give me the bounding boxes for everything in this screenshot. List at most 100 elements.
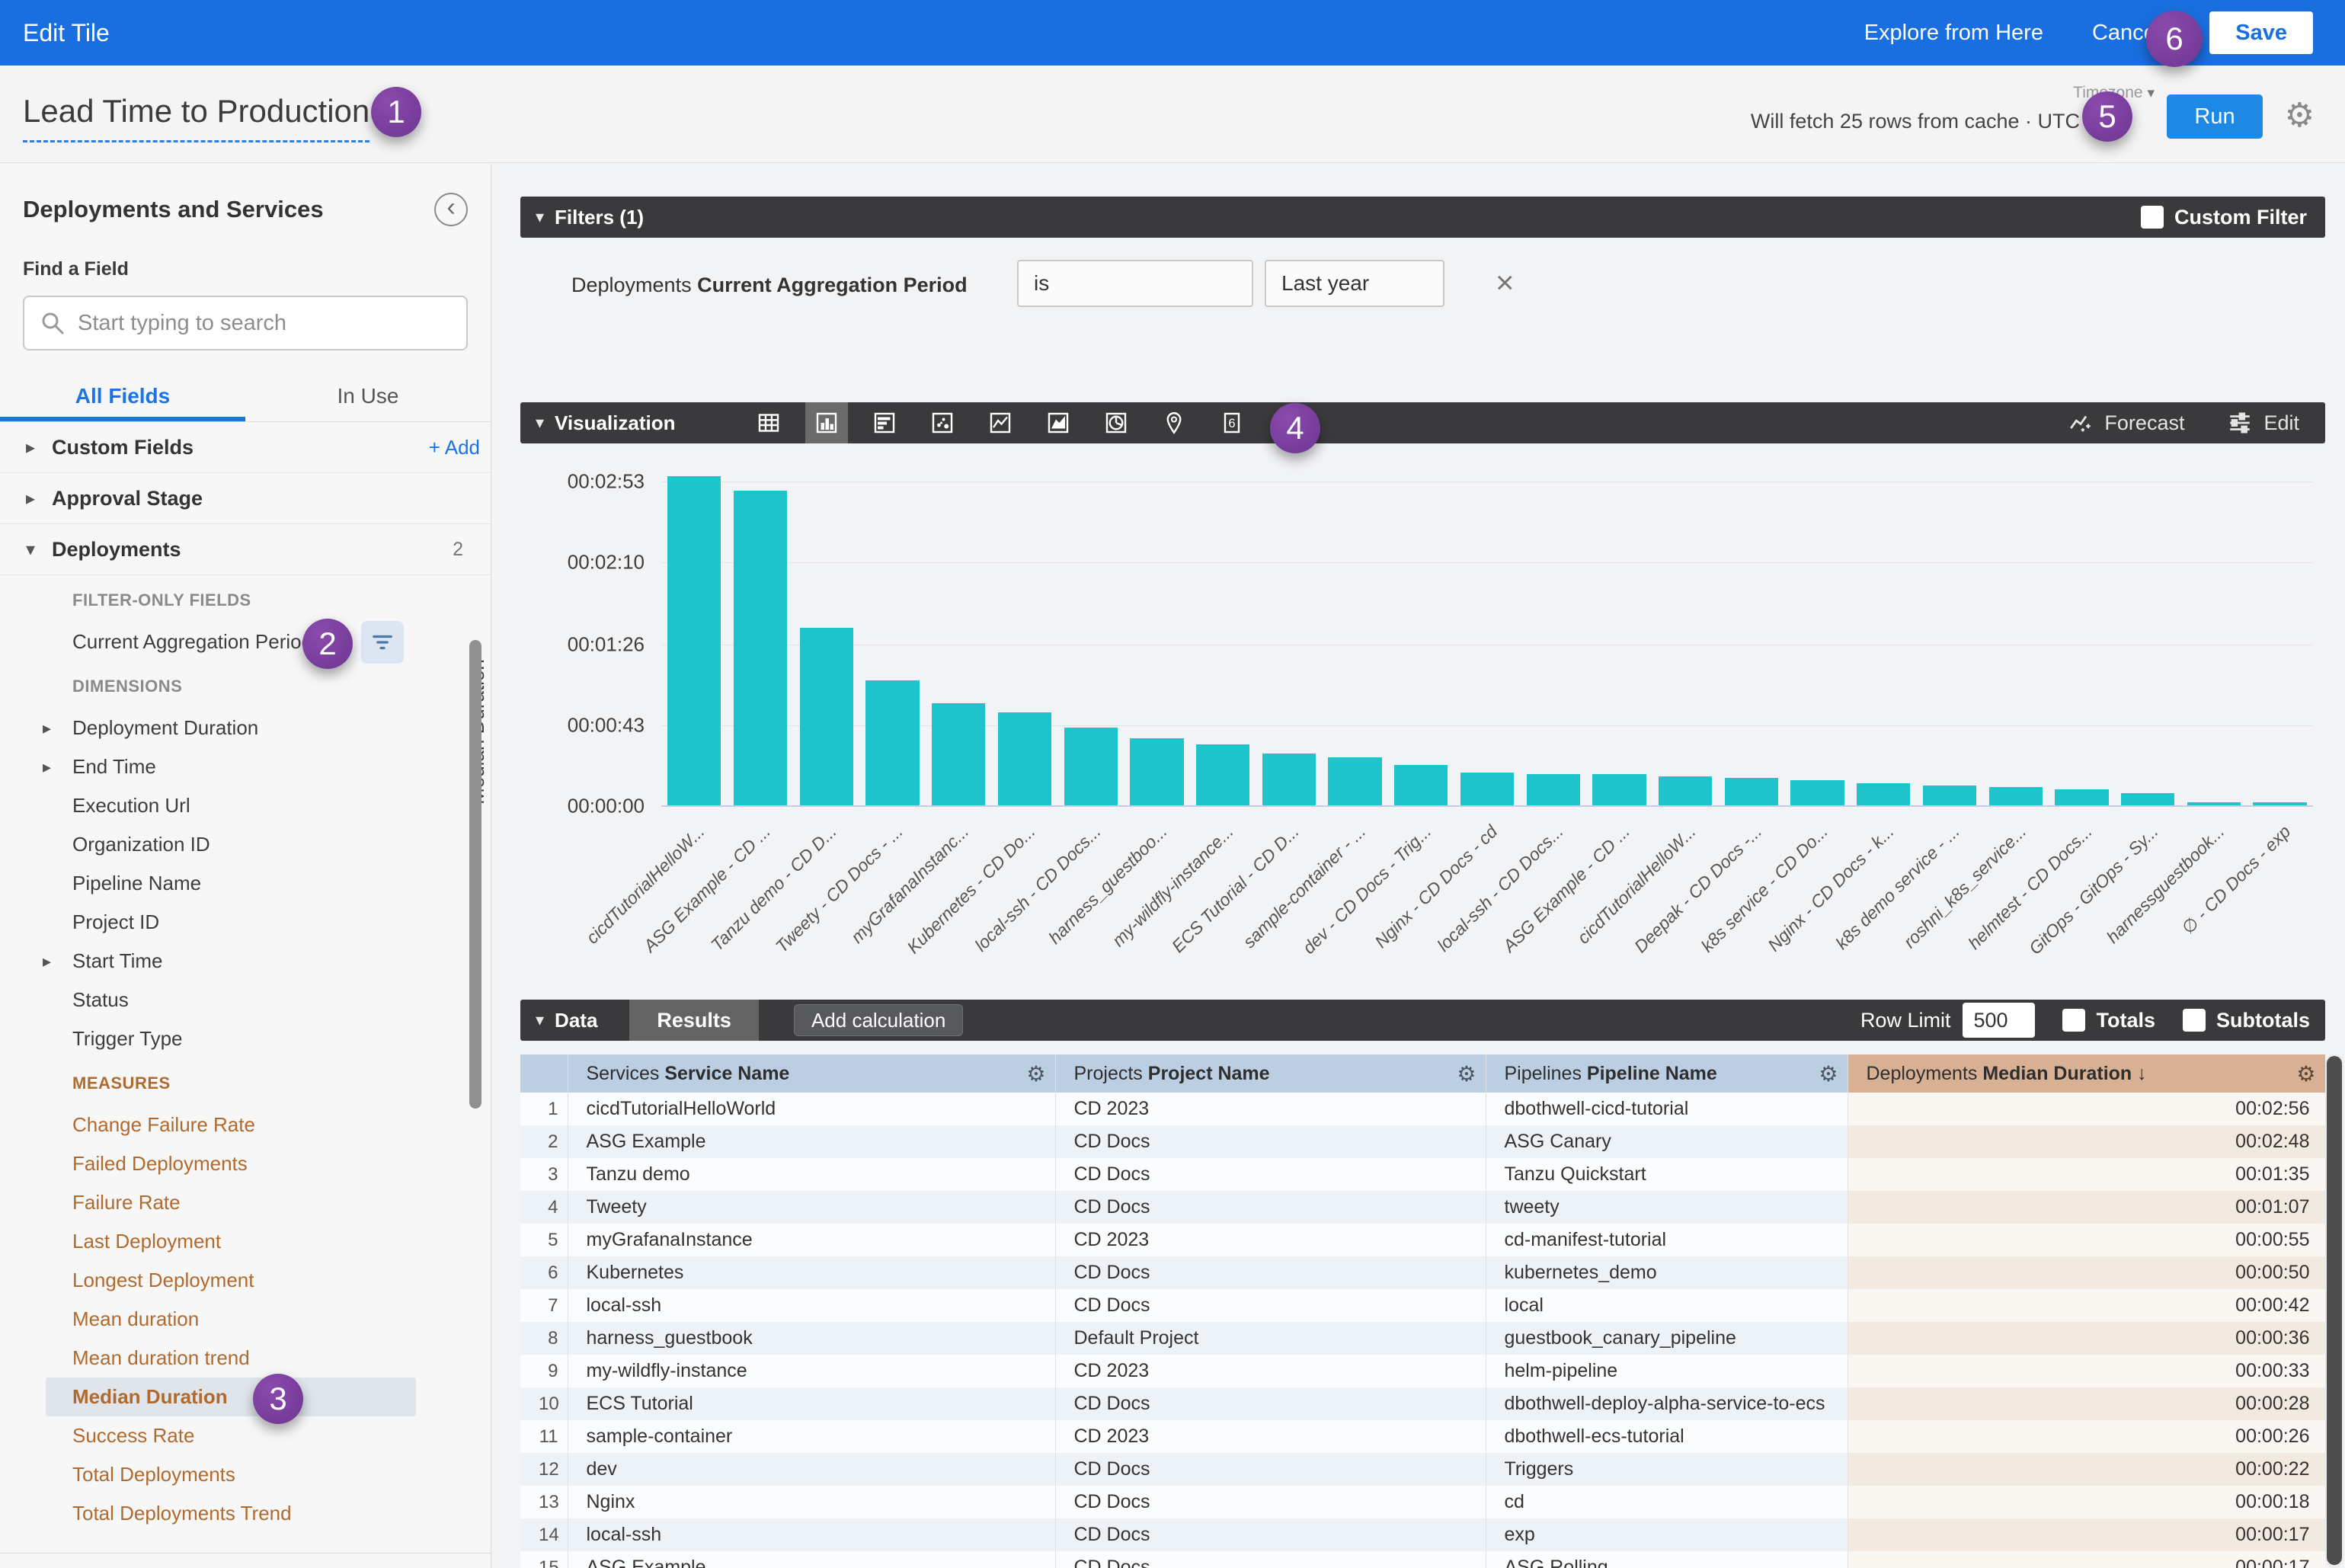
cell-project-name[interactable]: Default Project (1055, 1322, 1486, 1355)
collapse-sidebar-button[interactable]: ‹ (434, 193, 468, 226)
cell-median-duration[interactable]: 00:01:35 (1848, 1158, 2325, 1191)
cell-project-name[interactable]: CD Docs (1055, 1387, 1486, 1420)
table-icon[interactable] (747, 402, 790, 443)
search-input[interactable] (78, 311, 451, 336)
line-chart-icon[interactable] (979, 402, 1022, 443)
save-button[interactable]: Save (2209, 11, 2313, 54)
cell-project-name[interactable]: CD 2023 (1055, 1420, 1486, 1453)
caret-right-icon[interactable]: ▸ (26, 437, 52, 459)
sidebar-group-approval-stage[interactable]: ▸Approval Stage (0, 473, 491, 524)
field-item-total-deployments-trend[interactable]: Total Deployments Trend (0, 1494, 491, 1533)
cell-service-name[interactable]: local-ssh (568, 1518, 1055, 1551)
field-item-mean-duration[interactable]: Mean duration (0, 1300, 491, 1339)
cell-pipeline-name[interactable]: cd (1486, 1486, 1848, 1518)
field-item-median-duration[interactable]: Median Duration (46, 1378, 416, 1416)
cell-median-duration[interactable]: 00:00:33 (1848, 1355, 2325, 1387)
cell-project-name[interactable]: CD 2023 (1055, 1093, 1486, 1125)
visualization-section-bar[interactable]: ▾ Visualization 6 Forecast Edit (520, 402, 2325, 443)
cell-median-duration[interactable]: 00:00:42 (1848, 1289, 2325, 1322)
gear-icon[interactable]: ⚙ (1026, 1061, 1045, 1086)
bar-3[interactable] (800, 628, 853, 806)
cell-pipeline-name[interactable]: tweety (1486, 1191, 1848, 1224)
edit-viz-button[interactable]: Edit (2227, 410, 2299, 436)
filters-section-bar[interactable]: ▾ Filters (1) Custom Filter (520, 197, 2325, 238)
cell-service-name[interactable]: harness_guestbook (568, 1322, 1055, 1355)
scrollbar-thumb[interactable] (2327, 1056, 2342, 1565)
bar-22[interactable] (2055, 789, 2108, 806)
field-item-organization-id[interactable]: Organization ID (0, 825, 491, 864)
bar-21[interactable] (1989, 787, 2043, 806)
cell-project-name[interactable]: CD Docs (1055, 1256, 1486, 1289)
bar-8[interactable] (1130, 738, 1183, 806)
cell-project-name[interactable]: CD Docs (1055, 1551, 1486, 1568)
table-row[interactable]: 14local-sshCD Docsexp00:00:17 (520, 1518, 2325, 1551)
gear-icon[interactable]: ⚙ (1457, 1061, 1476, 1086)
cell-service-name[interactable]: myGrafanaInstance (568, 1224, 1055, 1256)
cell-pipeline-name[interactable]: guestbook_canary_pipeline (1486, 1322, 1848, 1355)
cell-service-name[interactable]: dev (568, 1453, 1055, 1486)
table-scrollbar[interactable] (2325, 1054, 2343, 1568)
caret-down-icon[interactable]: ▾ (26, 539, 52, 561)
cell-project-name[interactable]: CD Docs (1055, 1486, 1486, 1518)
field-item-pipeline-name[interactable]: Pipeline Name (0, 864, 491, 903)
cell-median-duration[interactable]: 00:00:17 (1848, 1518, 2325, 1551)
bar-9[interactable] (1196, 744, 1249, 806)
cell-service-name[interactable]: cicdTutorialHelloWorld (568, 1093, 1055, 1125)
field-item-last-deployment[interactable]: Last Deployment (0, 1222, 491, 1261)
bar-12[interactable] (1394, 765, 1448, 806)
field-item-project-id[interactable]: Project ID (0, 903, 491, 942)
tab-in-use[interactable]: In Use (245, 378, 491, 421)
cell-pipeline-name[interactable]: dbothwell-cicd-tutorial (1486, 1093, 1848, 1125)
sidebar-group-custom-fields[interactable]: ▸Custom Fields+ Add (0, 422, 491, 473)
cell-service-name[interactable]: sample-container (568, 1420, 1055, 1453)
cell-project-name[interactable]: CD Docs (1055, 1125, 1486, 1158)
column-header-median-duration[interactable]: Deployments Median Duration ↓⚙ (1848, 1054, 2325, 1093)
cell-median-duration[interactable]: 00:00:26 (1848, 1420, 2325, 1453)
cell-pipeline-name[interactable]: ASG Canary (1486, 1125, 1848, 1158)
map-pin-icon[interactable] (1153, 402, 1195, 443)
cell-project-name[interactable]: CD Docs (1055, 1453, 1486, 1486)
cell-service-name[interactable]: Kubernetes (568, 1256, 1055, 1289)
cell-project-name[interactable]: CD Docs (1055, 1158, 1486, 1191)
add-calculation-button[interactable]: Add calculation (794, 1004, 963, 1036)
table-row[interactable]: 4TweetyCD Docstweety00:01:07 (520, 1191, 2325, 1224)
table-row[interactable]: 12devCD DocsTriggers00:00:22 (520, 1453, 2325, 1486)
data-section-bar[interactable]: ▾ Data Results Add calculation Row Limit… (520, 1000, 2325, 1041)
gear-icon[interactable]: ⚙ (2285, 96, 2315, 135)
field-item-status[interactable]: Status (0, 981, 491, 1019)
cell-service-name[interactable]: local-ssh (568, 1289, 1055, 1322)
bar-17[interactable] (1725, 778, 1778, 806)
bar-5[interactable] (932, 703, 985, 806)
table-row[interactable]: 10ECS TutorialCD Docsdbothwell-deploy-al… (520, 1387, 2325, 1420)
filter-by-field-button[interactable] (361, 621, 404, 664)
cell-service-name[interactable]: Nginx (568, 1486, 1055, 1518)
custom-filter-checkbox[interactable] (2141, 206, 2164, 229)
bar-16[interactable] (1659, 776, 1712, 806)
field-item-change-failure-rate[interactable]: Change Failure Rate (0, 1106, 491, 1144)
cell-pipeline-name[interactable]: helm-pipeline (1486, 1355, 1848, 1387)
table-row[interactable]: 8harness_guestbookDefault Projectguestbo… (520, 1322, 2325, 1355)
pie-chart-icon[interactable] (1095, 402, 1137, 443)
cell-median-duration[interactable]: 00:00:55 (1848, 1224, 2325, 1256)
bar-11[interactable] (1328, 757, 1381, 806)
field-item-failure-rate[interactable]: Failure Rate (0, 1183, 491, 1222)
subtotals-checkbox[interactable] (2183, 1009, 2206, 1032)
column-header-service-name[interactable]: Services Service Name⚙ (568, 1054, 1055, 1093)
bar-1[interactable] (667, 476, 721, 806)
cell-pipeline-name[interactable]: dbothwell-ecs-tutorial (1486, 1420, 1848, 1453)
bar-14[interactable] (1527, 774, 1580, 806)
table-row[interactable]: 13NginxCD Docscd00:00:18 (520, 1486, 2325, 1518)
cell-pipeline-name[interactable]: cd-manifest-tutorial (1486, 1224, 1848, 1256)
bar-15[interactable] (1592, 774, 1646, 806)
cell-service-name[interactable]: ECS Tutorial (568, 1387, 1055, 1420)
field-search-box[interactable] (23, 296, 468, 350)
cell-project-name[interactable]: CD 2023 (1055, 1224, 1486, 1256)
cell-median-duration[interactable]: 00:01:07 (1848, 1191, 2325, 1224)
table-row[interactable]: 2ASG ExampleCD DocsASG Canary00:02:48 (520, 1125, 2325, 1158)
cell-pipeline-name[interactable]: local (1486, 1289, 1848, 1322)
bar-23[interactable] (2121, 793, 2174, 806)
caret-right-icon[interactable]: ▸ (26, 488, 52, 510)
sidebar-group-deployments[interactable]: ▾Deployments2 (0, 524, 491, 575)
cell-pipeline-name[interactable]: kubernetes_demo (1486, 1256, 1848, 1289)
cell-median-duration[interactable]: 00:00:17 (1848, 1551, 2325, 1568)
